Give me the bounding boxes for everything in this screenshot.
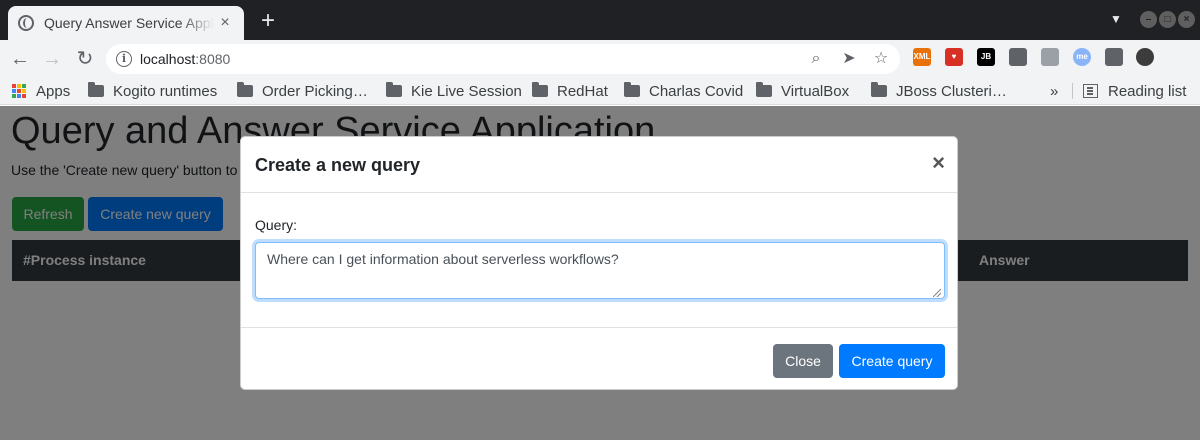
bookmark-label: Kogito runtimes [113,82,218,100]
bookmark-folder[interactable]: JBoss Clusteri… [871,81,1007,101]
bookmark-folder[interactable]: VirtualBox [756,81,849,101]
jetbrains-extension-icon[interactable]: JB [977,48,995,66]
reading-list-label: Reading list [1108,82,1187,100]
folder-icon [532,82,548,97]
folder-icon [624,82,640,97]
bookmark-folder[interactable]: RedHat [532,81,608,101]
bookmarks-bar: Apps Kogito runtimes Order Picking… Kie … [0,77,1200,105]
close-window-button[interactable]: × [1178,11,1195,28]
textarea-resize-handle[interactable] [933,289,941,297]
bookmark-label: Charlas Covid [649,82,744,100]
folder-icon [237,82,253,97]
bookmark-folder[interactable]: Charlas Covid [624,81,743,101]
bookmark-label: JBoss Clusteri… [896,82,1007,100]
screenshot-extension-icon[interactable] [1009,48,1027,66]
bookmark-folder[interactable]: Kogito runtimes [88,81,217,101]
apps-grid-icon [12,84,26,98]
folder-icon [88,82,104,97]
globe-icon [18,15,34,31]
maximize-button[interactable]: □ [1159,11,1176,28]
modal-body: Query: Where can I get information about… [241,194,957,327]
bookmarks-divider [1072,83,1073,99]
modal-close-icon[interactable]: × [932,151,945,175]
minimize-button[interactable]: – [1140,11,1157,28]
url-text[interactable]: localhost:8080 [140,51,230,67]
folder-icon [386,82,402,97]
browser-tab[interactable]: Query Answer Service Application × [8,6,244,40]
me-extension-icon[interactable]: me [1073,48,1091,66]
address-bar[interactable]: i localhost:8080 ⌕ ➤ ☆ [106,44,900,74]
query-field-label: Query: [255,217,298,233]
browser-titlebar: Query Answer Service Application × + ▼ –… [0,0,1200,40]
new-tab-button[interactable]: + [256,8,280,34]
bookmark-label: Apps [36,82,71,100]
tab-search-chevron-icon[interactable]: ▼ [1110,12,1122,26]
bookmark-label: RedHat [557,82,608,100]
bookmark-folder[interactable]: Order Picking… [237,81,368,101]
reload-button[interactable]: ↻ [73,47,97,71]
tab-close-icon[interactable]: × [216,14,234,32]
bookmarks-overflow-chevron-icon[interactable]: » [1050,81,1058,101]
profile-avatar[interactable] [1136,48,1154,66]
query-textarea[interactable]: Where can I get information about server… [255,242,945,299]
send-icon[interactable]: ➤ [839,49,859,69]
close-button[interactable]: Close [773,344,833,378]
modal-title: Create a new query [255,155,421,175]
xml-extension-icon[interactable]: XML [913,48,931,66]
bookmark-folder[interactable]: Kie Live Session [386,81,522,101]
site-info-icon[interactable]: i [116,51,132,67]
pocket-extension-icon[interactable]: ♥ [945,48,963,66]
tab-title: Query Answer Service Application [44,15,214,31]
bi-extension-icon[interactable] [1041,48,1059,66]
create-query-button[interactable]: Create query [839,344,945,378]
bookmark-star-icon[interactable]: ☆ [871,49,891,69]
extensions-puzzle-icon[interactable] [1105,48,1123,66]
bookmark-label: Order Picking… [262,82,368,100]
reading-list-icon [1083,84,1098,98]
reading-list-button[interactable]: Reading list [1083,81,1186,101]
modal-header: Create a new query × [241,137,957,193]
forward-button[interactable]: → [40,47,64,71]
bookmark-label: VirtualBox [781,82,850,100]
zoom-icon[interactable]: ⌕ [806,49,826,69]
folder-icon [756,82,772,97]
create-query-modal: Create a new query × Query: Where can I … [240,136,958,390]
bookmark-label: Kie Live Session [411,82,522,100]
bookmark-apps[interactable]: Apps [12,81,70,101]
modal-footer: Close Create query [241,327,957,389]
folder-icon [871,82,887,97]
back-button[interactable]: ← [8,47,32,71]
